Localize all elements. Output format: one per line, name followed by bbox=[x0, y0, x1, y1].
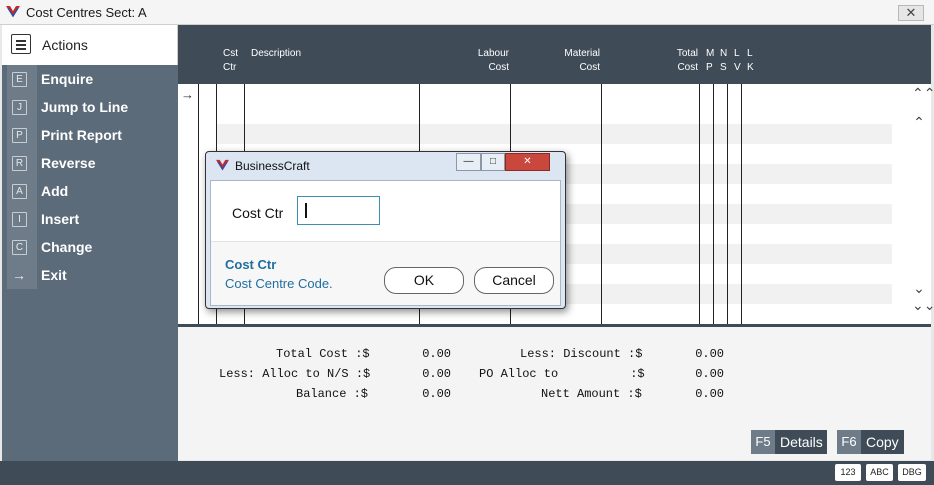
column-header-labour-cost[interactable]: Labour Cost bbox=[474, 47, 509, 75]
sidebar-item-print-report[interactable]: P Print Report bbox=[2, 121, 178, 149]
column-divider bbox=[198, 84, 199, 324]
f5-details-button[interactable]: F5 Details bbox=[751, 430, 827, 454]
table-row[interactable] bbox=[216, 104, 892, 124]
dialog-maximize-button[interactable]: □ bbox=[481, 153, 505, 171]
po-alloc-label: PO Alloc to :$ bbox=[479, 367, 645, 381]
total-cost-label: Total Cost :$ bbox=[276, 347, 370, 361]
column-divider bbox=[601, 84, 602, 324]
column-header-total-cost[interactable]: Total Cost bbox=[671, 47, 698, 75]
field-hint-title: Cost Ctr bbox=[225, 257, 277, 272]
sidebar-item-label: Jump to Line bbox=[41, 99, 129, 115]
sidebar-item-enquire[interactable]: E Enquire bbox=[2, 65, 178, 93]
hotkey-e-icon: E bbox=[12, 72, 27, 87]
alloc-ns-label: Less: Alloc to N/S :$ bbox=[219, 367, 371, 381]
actions-header[interactable]: Actions bbox=[2, 25, 178, 65]
actions-sidebar: Actions E Enquire J Jump to Line P Print… bbox=[2, 25, 178, 461]
column-divider bbox=[699, 84, 700, 324]
sidebar-item-change[interactable]: C Change bbox=[2, 233, 178, 261]
sidebar-item-label: Add bbox=[41, 183, 69, 199]
window-title: Cost Centres Sect: A bbox=[26, 5, 147, 20]
dialog-content: Cost Ctr Cost Ctr Cost Centre Code. OK C… bbox=[210, 180, 561, 306]
alloc-ns-value: 0.00 bbox=[422, 367, 451, 381]
column-divider bbox=[727, 84, 728, 324]
businesscraft-logo-icon bbox=[216, 159, 229, 171]
current-row-pointer-icon: → bbox=[181, 87, 194, 102]
actions-header-label: Actions bbox=[42, 37, 88, 53]
grid-header: Cst Ctr Description Labour Cost Material… bbox=[178, 25, 931, 84]
scroll-down-icon[interactable]: ⌄ bbox=[912, 280, 926, 297]
total-cost-value: 0.00 bbox=[422, 347, 451, 361]
sidebar-item-label: Change bbox=[41, 239, 93, 255]
column-header-mp[interactable]: M P bbox=[706, 47, 714, 75]
cost-ctr-dialog: BusinessCraft — □ ✕ Cost Ctr Cost Ctr Co… bbox=[205, 151, 566, 309]
f5-key-icon: F5 bbox=[751, 430, 775, 454]
sidebar-item-exit[interactable]: → Exit bbox=[2, 261, 178, 289]
discount-value: 0.00 bbox=[695, 347, 724, 361]
hotkey-a-icon: A bbox=[12, 184, 27, 199]
sidebar-item-label: Enquire bbox=[41, 71, 94, 87]
table-row[interactable] bbox=[216, 124, 892, 144]
hotkey-i-icon: I bbox=[12, 212, 27, 227]
f6-copy-button[interactable]: F6 Copy bbox=[837, 430, 904, 454]
sidebar-item-add[interactable]: A Add bbox=[2, 177, 178, 205]
status-badge-debug: DBG bbox=[898, 464, 926, 481]
discount-label: Less: Discount :$ bbox=[520, 347, 643, 361]
cancel-button[interactable]: Cancel bbox=[474, 267, 554, 294]
sidebar-item-jump-to-line[interactable]: J Jump to Line bbox=[2, 93, 178, 121]
scroll-bottom-icon[interactable]: ⌄⌄ bbox=[912, 298, 934, 312]
hotkey-c-icon: C bbox=[12, 240, 27, 255]
cost-ctr-label: Cost Ctr bbox=[232, 205, 284, 221]
window-close-button[interactable]: ✕ bbox=[898, 5, 924, 21]
text-caret bbox=[305, 203, 307, 218]
column-header-lk[interactable]: L K bbox=[747, 47, 754, 75]
column-header-ns[interactable]: N S bbox=[720, 47, 727, 75]
f5-details-label: Details bbox=[780, 434, 823, 450]
sidebar-item-label: Insert bbox=[41, 211, 80, 227]
f6-copy-label: Copy bbox=[866, 434, 899, 450]
balance-label: Balance :$ bbox=[296, 387, 369, 401]
sidebar-item-label: Exit bbox=[41, 267, 67, 283]
status-badge-alpha: ABC bbox=[866, 464, 893, 481]
totals-panel: Total Cost :$ 0.00 Less: Alloc to N/S :$… bbox=[178, 327, 931, 460]
dialog-close-button[interactable]: ✕ bbox=[505, 153, 550, 171]
hotkey-j-icon: J bbox=[12, 100, 27, 115]
balance-value: 0.00 bbox=[422, 387, 451, 401]
column-header-material-cost[interactable]: Material Cost bbox=[556, 47, 600, 75]
field-hint-text: Cost Centre Code. bbox=[225, 276, 333, 291]
po-alloc-value: 0.00 bbox=[695, 367, 724, 381]
businesscraft-logo-icon bbox=[6, 6, 20, 18]
column-header-cst-ctr[interactable]: Cst Ctr bbox=[223, 47, 238, 75]
column-divider bbox=[713, 84, 714, 324]
status-badge-numeric: 123 bbox=[835, 464, 861, 481]
column-header-description[interactable]: Description bbox=[251, 47, 301, 61]
hamburger-menu-icon bbox=[11, 34, 31, 54]
sidebar-item-reverse[interactable]: R Reverse bbox=[2, 149, 178, 177]
f6-key-icon: F6 bbox=[837, 430, 861, 454]
sidebar-item-label: Print Report bbox=[41, 127, 122, 143]
sidebar-item-label: Reverse bbox=[41, 155, 96, 171]
status-bar: 123 ABC DBG bbox=[0, 461, 934, 485]
cost-ctr-input[interactable] bbox=[297, 196, 380, 225]
sidebar-item-insert[interactable]: I Insert bbox=[2, 205, 178, 233]
window-titlebar: Cost Centres Sect: A ✕ bbox=[0, 0, 934, 25]
ok-button[interactable]: OK bbox=[384, 267, 464, 294]
column-header-lv[interactable]: L V bbox=[734, 47, 741, 75]
nett-amount-label: Nett Amount :$ bbox=[541, 387, 642, 401]
scroll-up-icon[interactable]: ⌃ bbox=[912, 114, 926, 131]
dialog-title: BusinessCraft bbox=[235, 159, 310, 173]
hotkey-p-icon: P bbox=[12, 128, 27, 143]
hotkey-r-icon: R bbox=[12, 156, 27, 171]
dialog-window-buttons: — □ ✕ bbox=[456, 153, 559, 171]
dialog-minimize-button[interactable]: — bbox=[456, 153, 481, 171]
exit-arrow-icon: → bbox=[12, 267, 26, 283]
scroll-top-icon[interactable]: ⌃⌃ bbox=[912, 86, 934, 100]
column-divider bbox=[741, 84, 742, 324]
nett-amount-value: 0.00 bbox=[695, 387, 724, 401]
